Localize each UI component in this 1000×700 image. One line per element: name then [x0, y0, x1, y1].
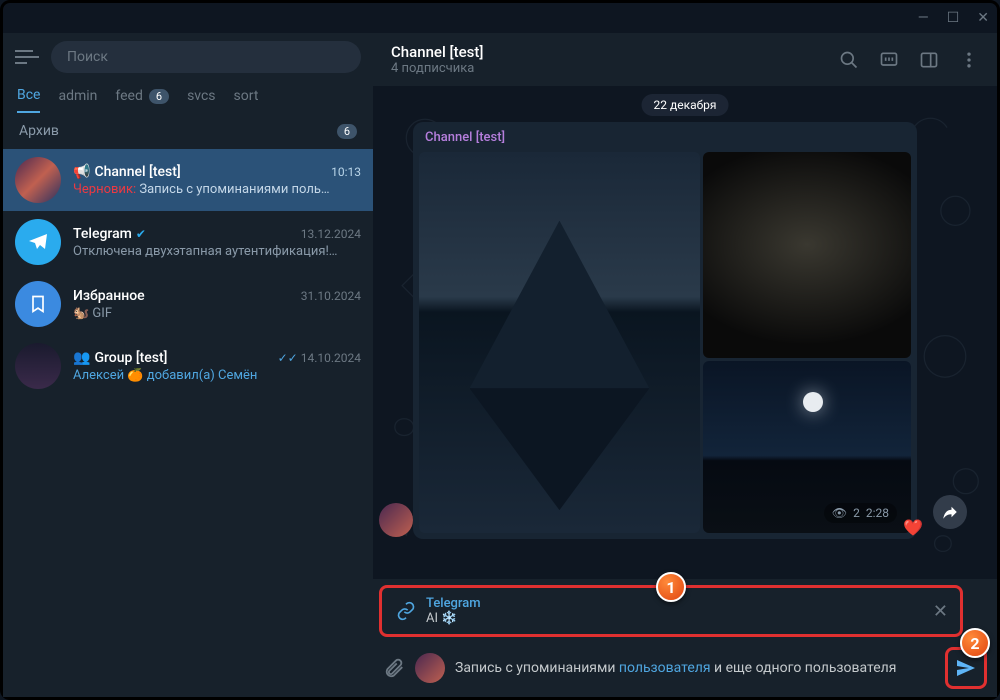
- link-preview[interactable]: 1 Telegram AI ❄️ ✕: [379, 585, 963, 637]
- tab-feed[interactable]: feed6: [115, 87, 169, 113]
- callout-2: 2: [960, 628, 990, 658]
- compose-avatar[interactable]: [415, 653, 445, 683]
- folder-tabs: Все admin feed6 svcs sort: [3, 81, 373, 113]
- heart-reaction[interactable]: ❤️: [903, 518, 923, 537]
- more-icon[interactable]: [959, 50, 979, 70]
- compose-row: Запись с упоминаниями пользователя и еще…: [373, 639, 997, 697]
- chat-subtitle: 4 подписчика: [391, 61, 483, 76]
- avatar: [15, 343, 61, 389]
- tab-sort[interactable]: sort: [234, 87, 259, 113]
- callout-1: 1: [656, 572, 686, 602]
- chat-preview: Отключена двухэтапная аутентификация!…: [73, 244, 361, 259]
- menu-icon[interactable]: [15, 56, 39, 58]
- maximize-button[interactable]: ☐: [947, 10, 960, 26]
- chat-item[interactable]: Избранное 31.10.2024 🐿️ GIF: [3, 273, 373, 335]
- search-input[interactable]: Поиск: [51, 41, 361, 73]
- window-titlebar: — ☐ ✕: [3, 3, 997, 33]
- tab-badge: 6: [149, 89, 169, 104]
- close-icon[interactable]: ✕: [933, 601, 948, 622]
- chat-item[interactable]: 👥 Group [test] ✓✓ 14.10.2024 Алексей 🍊 до…: [3, 335, 373, 397]
- chat-preview: Черновик: Запись с упоминаниями поль…: [73, 182, 361, 197]
- chat-preview: 🐿️ GIF: [73, 306, 361, 321]
- photo-moon[interactable]: 👁22:28: [703, 361, 911, 533]
- archive-row[interactable]: Архив 6: [3, 113, 373, 149]
- chat-item[interactable]: 📢 Channel [test] 10:13 Черновик: Запись с…: [3, 149, 373, 211]
- chat-header: Channel [test] 4 подписчика: [373, 33, 997, 86]
- sidepanel-icon[interactable]: [919, 50, 939, 70]
- mention[interactable]: пользователя: [619, 660, 711, 676]
- date-pill: 22 декабря: [642, 94, 729, 116]
- avatar: [15, 219, 61, 265]
- archive-badge: 6: [337, 124, 357, 139]
- chat-time: 31.10.2024: [301, 289, 361, 303]
- chat-name: Избранное: [73, 288, 145, 304]
- link-icon: [396, 601, 416, 621]
- tab-admin[interactable]: admin: [58, 87, 97, 113]
- search-icon[interactable]: [839, 50, 859, 70]
- tab-svcs[interactable]: svcs: [187, 87, 215, 113]
- close-button[interactable]: ✕: [977, 10, 989, 26]
- chat-name: Telegram ✔: [73, 226, 146, 242]
- sidebar: Поиск Все admin feed6 svcs sort Архив 6 …: [3, 33, 373, 697]
- message-sender: Channel [test]: [425, 130, 505, 145]
- chat-name: 👥 Group [test]: [73, 350, 167, 366]
- input-area: 1 Telegram AI ❄️ ✕ Запись с упоминаниями…: [373, 579, 997, 697]
- avatar: [15, 281, 61, 327]
- attach-icon[interactable]: [383, 657, 405, 679]
- chat-time: ✓✓ 14.10.2024: [278, 351, 361, 365]
- photo-mountain[interactable]: [419, 152, 700, 533]
- forward-button[interactable]: [933, 495, 967, 529]
- message-bubble[interactable]: Channel [test] 👁22:28: [413, 122, 917, 539]
- comments-icon[interactable]: [879, 50, 899, 70]
- photo-startrails[interactable]: [703, 152, 911, 358]
- tab-all[interactable]: Все: [17, 87, 40, 113]
- minimize-button[interactable]: —: [918, 10, 929, 26]
- chat-item[interactable]: Telegram ✔ 13.12.2024 Отключена двухэтапн…: [3, 211, 373, 273]
- chat-title[interactable]: Channel [test]: [391, 43, 483, 61]
- chat-time: 10:13: [331, 165, 361, 179]
- photo-album[interactable]: 👁22:28: [419, 152, 911, 533]
- chat-list: 📢 Channel [test] 10:13 Черновик: Запись с…: [3, 149, 373, 697]
- send-button[interactable]: 2: [945, 647, 987, 689]
- chat-name: 📢 Channel [test]: [73, 164, 181, 180]
- message-area[interactable]: 22 декабря Channel [test] 👁22:28 ❤️: [373, 86, 997, 579]
- archive-label: Архив: [19, 123, 59, 139]
- avatar: [15, 157, 61, 203]
- message-avatar[interactable]: [379, 503, 413, 537]
- compose-input[interactable]: Запись с упоминаниями пользователя и еще…: [455, 660, 935, 676]
- chat-preview: Алексей 🍊 добавил(а) Семён: [73, 368, 361, 383]
- message-meta: 👁22:28: [824, 503, 897, 523]
- chat-time: 13.12.2024: [301, 227, 361, 241]
- link-text: AI ❄️: [426, 611, 910, 626]
- verified-icon: ✔: [136, 227, 146, 241]
